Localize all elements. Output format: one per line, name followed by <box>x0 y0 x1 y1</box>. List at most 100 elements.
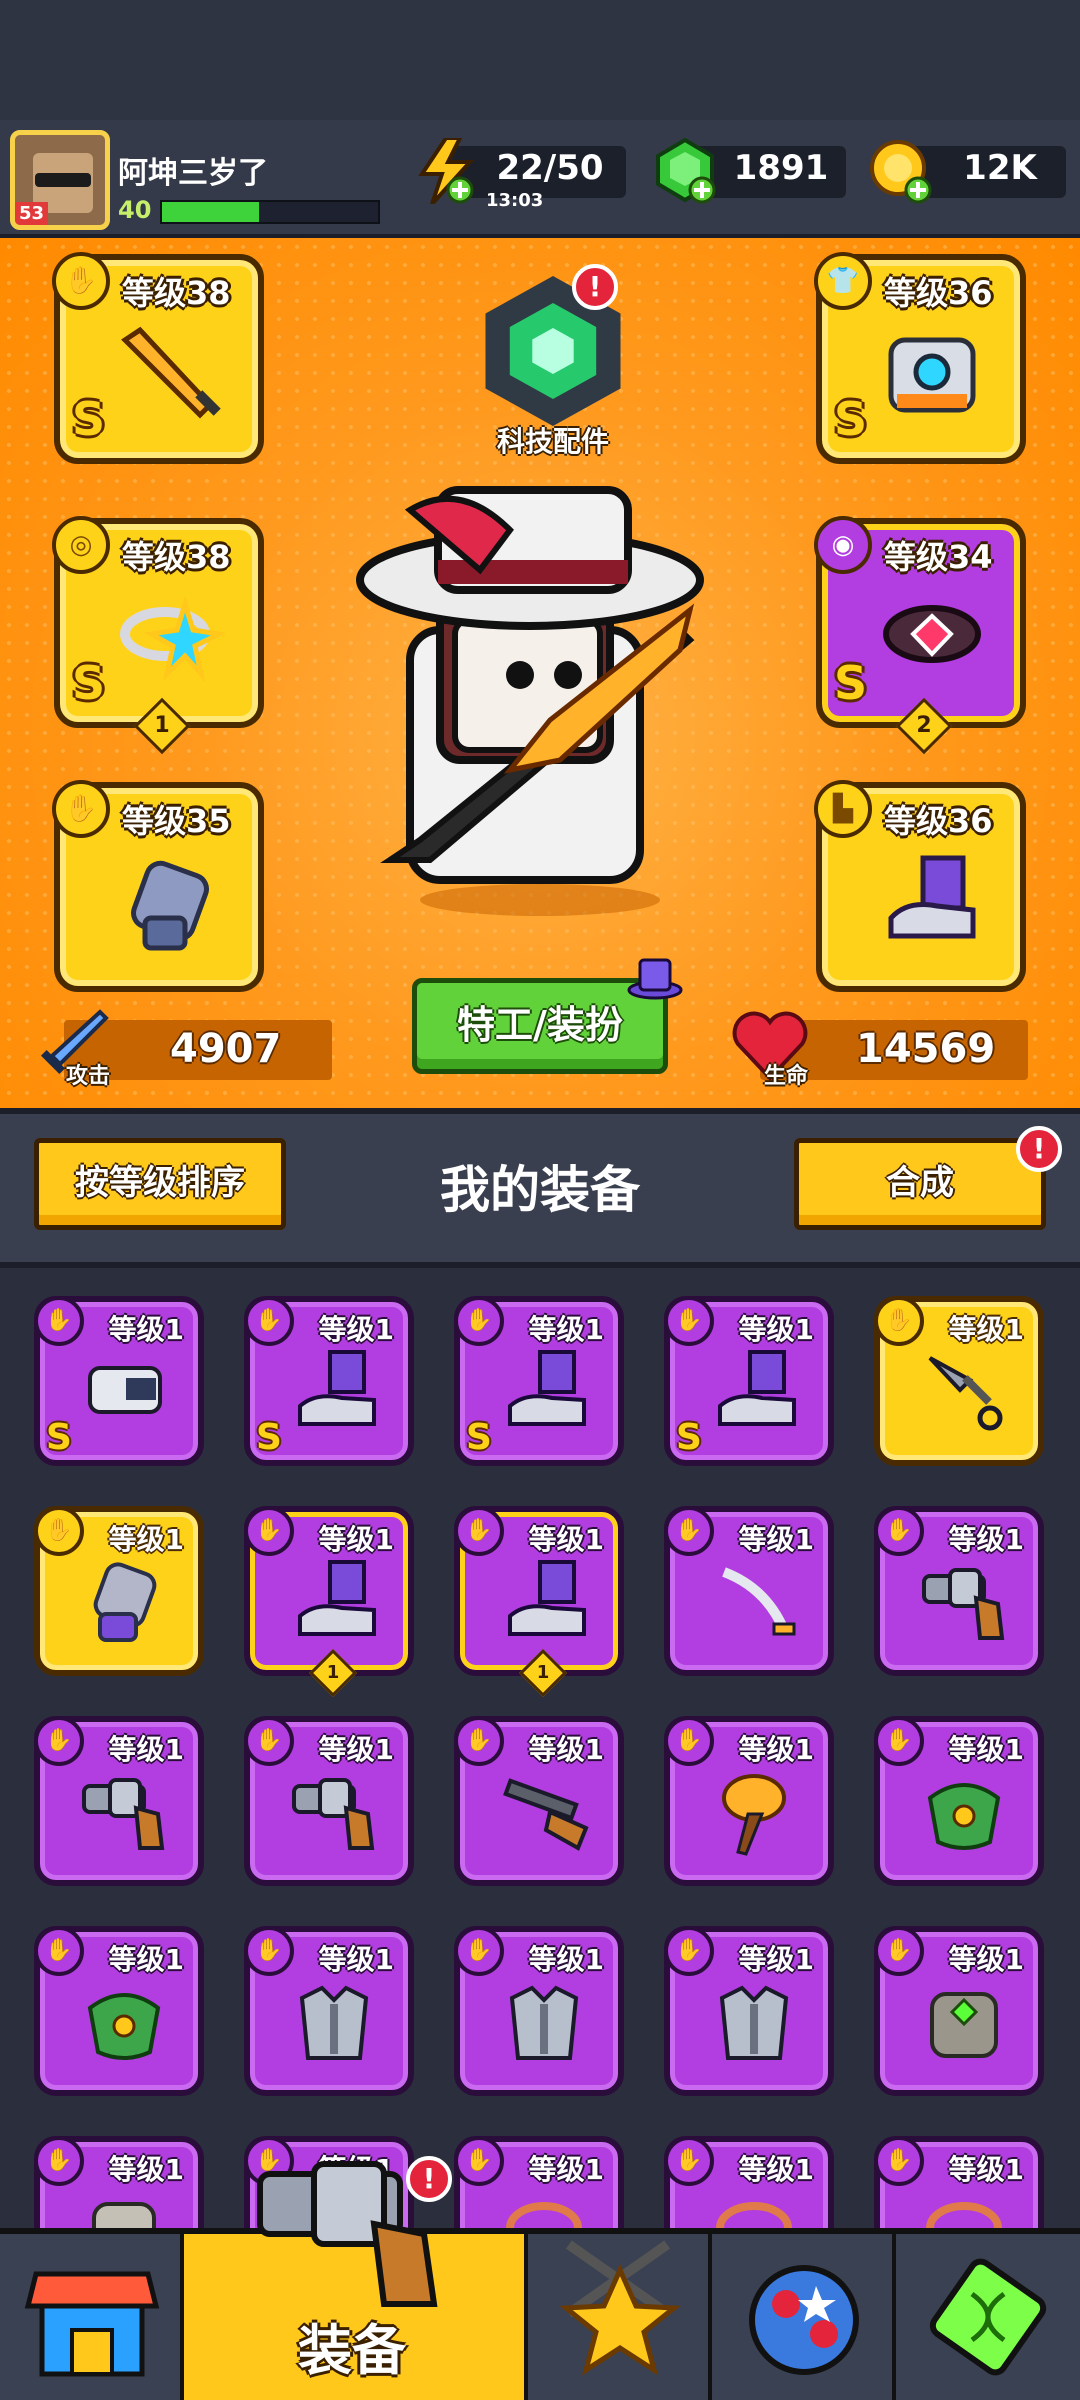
player-avatar[interactable]: 53 <box>10 130 110 230</box>
boots-icon <box>298 1560 376 1636</box>
item-level: 等级1 <box>108 1313 184 1346</box>
slot-level: 等级35 <box>122 802 231 840</box>
inventory-item[interactable]: ✋ 等级1 S <box>454 1296 624 1466</box>
inventory-item[interactable]: ✋ 等级1 <box>874 1926 1044 2096</box>
item-type-icon: ✋ <box>34 2136 84 2186</box>
necklace-icon <box>120 595 225 683</box>
revolver-icon <box>292 1778 375 1850</box>
equip-slot-armor[interactable]: 👕 等级36 S <box>814 252 1026 464</box>
equip-slot-belt[interactable]: ◉ 等级34 S 2 <box>814 516 1026 755</box>
item-type-icon: ✋ <box>454 1296 504 1346</box>
armor-type-icon: 👕 <box>814 252 872 310</box>
item-level: 等级1 <box>108 2153 184 2186</box>
item-level: 等级1 <box>948 2153 1024 2186</box>
item-level: 等级1 <box>738 1733 814 1766</box>
inventory-grid: ✋ 等级1 S ✋ 等级1 S ✋ 等级1 S ✋ 等级1 S ✋ 等级1 ✋ 等级1 ✋ 等级1 1 ✋ 等级1 1 ✋ 等… <box>0 1268 1080 2228</box>
nav-tab-battle[interactable] <box>528 2234 712 2400</box>
item-type-icon: ✋ <box>34 1716 84 1766</box>
inventory-item[interactable]: ✋ 等级1 <box>454 2136 624 2228</box>
tech-alert-badge: ! <box>572 264 618 310</box>
energy-icon[interactable] <box>416 136 476 206</box>
item-level: 等级1 <box>948 1523 1024 1556</box>
status-bar <box>0 0 1080 120</box>
item-level: 等级1 <box>318 1943 394 1976</box>
steel-armor-icon <box>719 1985 789 2060</box>
coin-icon[interactable] <box>868 138 934 204</box>
inventory-item[interactable]: ✋ 等级1 <box>34 1506 204 1676</box>
inventory-item[interactable]: ✋ 等级1 S <box>34 1296 204 1466</box>
slot-level: 等级34 <box>884 538 993 576</box>
merge-alert-badge: ! <box>1016 1126 1062 1172</box>
saber-icon <box>722 1567 796 1636</box>
star-badge: 1 <box>518 1648 568 1698</box>
item-level: 等级1 <box>318 1733 394 1766</box>
inventory-item[interactable]: ✋ 等级1 <box>664 1716 834 1886</box>
hp-value: 14569 <box>856 1026 996 1072</box>
energy-value: 22/50 <box>496 148 604 188</box>
item-type-icon: ✋ <box>664 1716 714 1766</box>
my-equipment-title: 我的装备 <box>440 1161 640 1219</box>
inventory-item[interactable]: ✋ 等级1 <box>664 1926 834 2096</box>
inventory-item[interactable]: ✋ 等级1 1 <box>244 1506 414 1698</box>
inventory-item[interactable]: ✋ 等级1 <box>454 1716 624 1886</box>
inventory-item[interactable]: ✋ 等级1 <box>664 2136 834 2228</box>
slot-grade: S <box>834 392 868 446</box>
sort-by-level-button[interactable]: 按等级排序 <box>34 1138 286 1230</box>
avatar-glasses <box>35 173 91 187</box>
slot-level: 等级36 <box>884 802 993 840</box>
inventory-item[interactable]: ✋ 等级1 1 <box>454 1506 624 1698</box>
gem-icon[interactable] <box>652 137 718 204</box>
glove-icon <box>131 860 209 951</box>
inventory-item[interactable]: ✋ 等级1 <box>874 1506 1044 1676</box>
inventory-item[interactable]: ✋ 等级1 <box>454 1926 624 2096</box>
necklace-type-icon: ◎ <box>52 516 110 574</box>
nav-tab-talent[interactable] <box>712 2234 896 2400</box>
inventory-item[interactable]: ✋ 等级1 <box>664 1506 834 1676</box>
item-level: 等级1 <box>948 1313 1024 1346</box>
inventory-item[interactable]: ✋ 等级1 <box>244 1716 414 1886</box>
inventory-item[interactable]: ✋ 等级1 <box>244 1926 414 2096</box>
inventory-item[interactable]: ✋ 等级1 S <box>664 1296 834 1466</box>
item-type-icon: ✋ <box>664 1926 714 1976</box>
inventory-item[interactable]: ✋ 等级1 <box>874 1296 1044 1466</box>
belt-icon <box>883 605 981 663</box>
item-level: 等级1 <box>108 1733 184 1766</box>
inventory-item[interactable]: ✋ 等级1 S <box>244 1296 414 1466</box>
hero-character[interactable] <box>350 480 730 920</box>
leaf-armor-icon <box>87 1993 161 2060</box>
nav-tab-equipment[interactable]: 装备 <box>184 2161 528 2400</box>
coin-value: 12K <box>963 148 1037 188</box>
nav-tab-evolve[interactable] <box>896 2234 1080 2400</box>
star-badge: 1 <box>308 1648 358 1698</box>
necklace-icon <box>926 2202 1002 2228</box>
item-type-icon: ✋ <box>664 1506 714 1556</box>
necklace-icon <box>716 2202 792 2228</box>
inventory-item[interactable]: ✋ 等级1 <box>34 1716 204 1886</box>
item-grade: S <box>466 1417 492 1458</box>
inventory-item[interactable]: ✋ 等级1 <box>34 1926 204 2096</box>
merge-button[interactable]: 合成 <box>794 1138 1046 1230</box>
glove-type-icon: ✋ <box>52 780 110 838</box>
item-type-icon: ✋ <box>34 1296 84 1346</box>
item-level: 等级1 <box>738 1943 814 1976</box>
item-type-icon: ✋ <box>244 1716 294 1766</box>
equip-slot-gloves[interactable]: ✋ 等级35 <box>52 780 264 992</box>
item-grade: S <box>676 1417 702 1458</box>
item-level: 等级1 <box>318 1523 394 1556</box>
weapon-icon <box>121 326 221 419</box>
inventory-item[interactable]: ✋ 等级1 <box>874 2136 1044 2228</box>
equip-slot-boots[interactable]: ▙ 等级36 <box>814 780 1026 992</box>
nav-tab-shop[interactable] <box>0 2234 184 2400</box>
slot-grade: S <box>834 656 868 710</box>
glove-icon <box>93 1562 157 1642</box>
equip-slot-weapon[interactable]: ✋ 等级38 S <box>52 252 264 464</box>
tech-parts-label: 科技配件 <box>496 425 609 458</box>
inventory-item[interactable]: ✋ 等级1 <box>34 2136 204 2228</box>
equip-slot-necklace[interactable]: ◎ 等级38 S 1 <box>52 516 264 755</box>
item-level: 等级1 <box>738 1313 814 1346</box>
boots-icon <box>888 855 976 939</box>
equipment-tab-label: 装备 <box>298 2319 406 2382</box>
inventory-item[interactable]: ✋ 等级1 <box>874 1716 1044 1886</box>
item-type-icon: ✋ <box>34 1926 84 1976</box>
attack-label: 攻击 <box>66 1064 111 1089</box>
